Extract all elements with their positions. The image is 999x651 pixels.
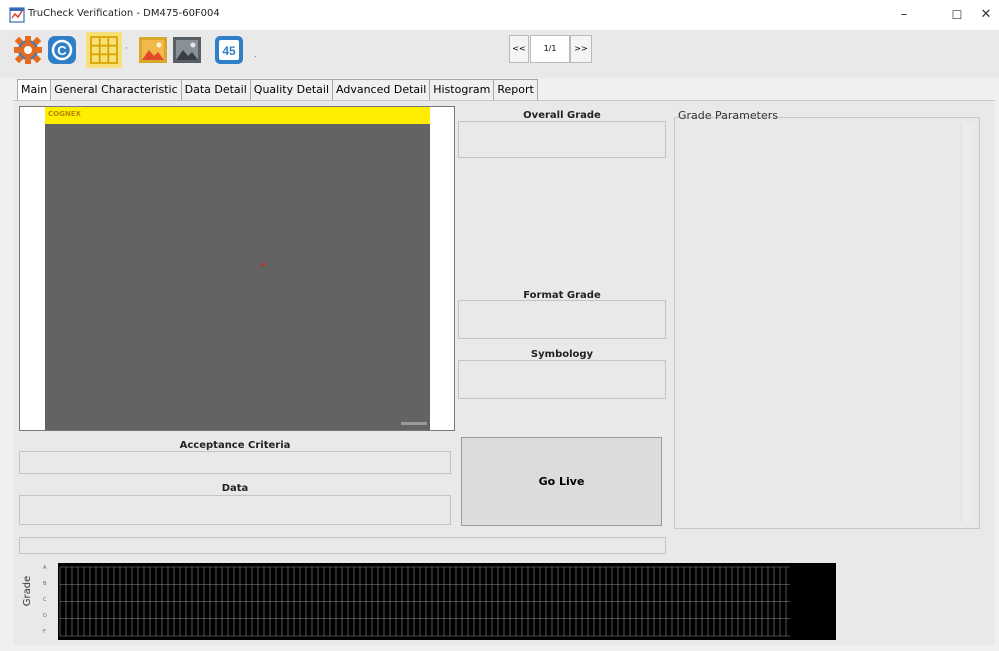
vertical-scrollbar[interactable] [961, 124, 973, 522]
dropdown-dot-icon[interactable]: ˙ [253, 56, 258, 66]
image-viewer[interactable]: COGNEX + [19, 106, 455, 431]
tab-histogram[interactable]: Histogram [429, 79, 495, 100]
tab-report[interactable]: Report [493, 79, 538, 100]
tab-general-characteristic[interactable]: General Characteristic [50, 79, 182, 100]
grade-history-chart [58, 563, 836, 640]
grade-parameters-label: Grade Parameters [678, 109, 778, 122]
symbology-label: Symbology [530, 349, 594, 360]
app-icon [9, 7, 25, 23]
acceptance-criteria-label: Acceptance Criteria [179, 440, 291, 451]
progress-bar [19, 537, 666, 554]
tab-main[interactable]: Main [17, 79, 52, 101]
settings-icon[interactable] [12, 34, 44, 66]
grid-icon[interactable] [86, 32, 122, 68]
toolbar: C · 45 ˙ << 1/1 >> [0, 30, 999, 78]
rotate-45-label: 45 [222, 44, 236, 58]
close-button[interactable]: ✕ [968, 3, 999, 27]
tab-data-detail[interactable]: Data Detail [180, 79, 251, 100]
tab-advanced-detail[interactable]: Advanced Detail [332, 79, 431, 100]
camera-image[interactable]: COGNEX + [45, 107, 430, 430]
acceptance-criteria-field [19, 451, 451, 474]
tab-quality-detail[interactable]: Quality Detail [249, 79, 334, 100]
crosshair-icon: + [259, 260, 267, 270]
symbology-field [458, 360, 666, 399]
grade-tick: D [43, 613, 47, 619]
data-field [19, 495, 451, 525]
brand-logo: COGNEX [48, 110, 81, 118]
rotate-45-icon[interactable]: 45 [213, 34, 245, 66]
minimize-button[interactable]: – [886, 3, 922, 27]
next-page-button[interactable]: >> [570, 35, 592, 63]
dropdown-dot-icon[interactable]: · [125, 44, 129, 54]
svg-text:C: C [57, 43, 67, 58]
grade-tick: B [43, 581, 47, 587]
grade-tick: C [43, 597, 47, 603]
grade-tick: A [43, 565, 47, 571]
data-label: Data [221, 483, 249, 494]
brand-banner: COGNEX [45, 107, 430, 124]
window-title: TruCheck Verification - DM475-60F004 [28, 8, 220, 19]
overall-grade-label: Overall Grade [523, 110, 601, 121]
image-watermark [401, 422, 427, 425]
image-color-icon[interactable] [138, 36, 168, 64]
overall-grade-field [458, 121, 666, 158]
image-mono-icon[interactable] [172, 36, 202, 64]
previous-page-button[interactable]: << [509, 35, 529, 63]
tab-strip: Main General Characteristic Data Detail … [17, 79, 538, 101]
page-indicator: 1/1 [530, 35, 570, 63]
grade-tick: F [43, 629, 46, 635]
cognex-icon[interactable]: C [46, 34, 78, 66]
go-live-button[interactable]: Go Live [461, 437, 662, 526]
grade-parameters-panel [674, 117, 980, 529]
format-grade-field [458, 300, 666, 339]
title-bar: TruCheck Verification - DM475-60F004 – ☐… [0, 0, 999, 30]
grade-axis-title: Grade [22, 575, 33, 607]
grade-axis-ticks: A B C D F [43, 565, 53, 639]
